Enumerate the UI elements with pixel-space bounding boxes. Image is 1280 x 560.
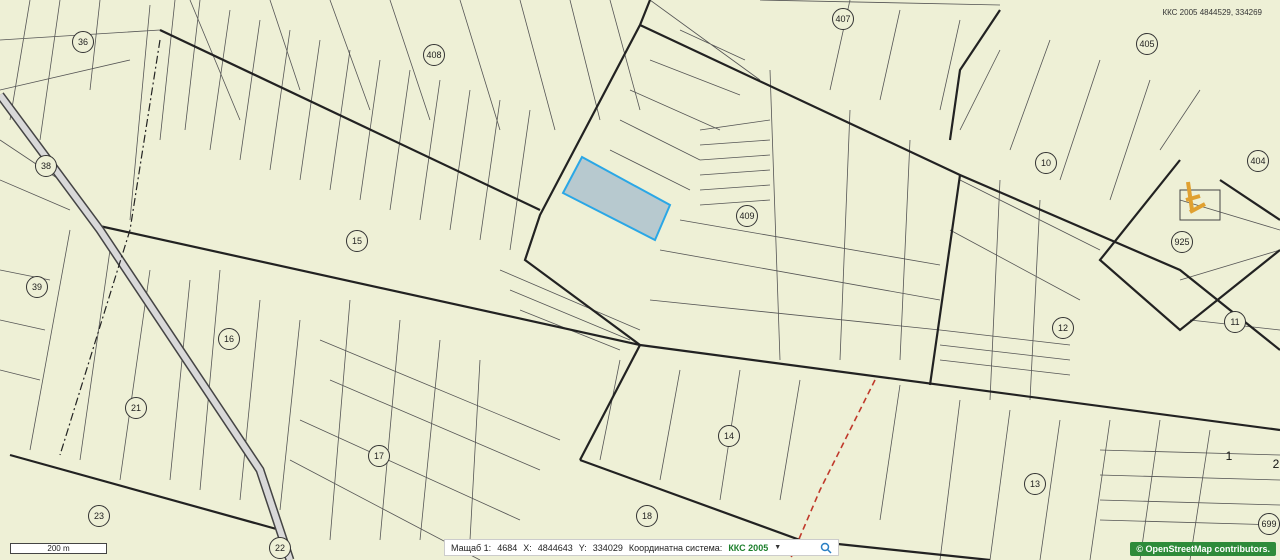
parcel-number: 2 bbox=[1272, 457, 1280, 471]
parcel-number: 11 bbox=[1224, 311, 1246, 333]
parcel-lines bbox=[0, 0, 1280, 560]
parcel-number: 12 bbox=[1052, 317, 1074, 339]
y-label: Y: bbox=[578, 542, 587, 553]
scale-value[interactable]: 4684 bbox=[497, 543, 517, 553]
crs-select[interactable]: ККС 2005 bbox=[728, 543, 768, 553]
parcel-number: 408 bbox=[423, 44, 445, 66]
parcel-number: 18 bbox=[636, 505, 658, 527]
crs-label: Координатна система: bbox=[628, 542, 723, 553]
parcel-number: 404 bbox=[1247, 150, 1269, 172]
parcel-number: 21 bbox=[125, 397, 147, 419]
chevron-down-icon[interactable]: ▼ bbox=[774, 544, 781, 551]
red-boundary bbox=[789, 379, 876, 560]
scale-label: Мащаб 1: bbox=[451, 542, 492, 553]
parcel-number: 22 bbox=[269, 537, 291, 559]
x-value: 4844643 bbox=[537, 542, 573, 553]
parcel-number: 699 bbox=[1258, 513, 1280, 535]
parcel-number: 14 bbox=[718, 425, 740, 447]
attribution-badge[interactable]: © OpenStreetMap contributors. bbox=[1130, 542, 1276, 556]
parcel-number: 38 bbox=[35, 155, 57, 177]
x-label: X: bbox=[523, 542, 532, 553]
parcel-number: 39 bbox=[26, 276, 48, 298]
y-value: 334029 bbox=[592, 542, 623, 553]
district-boundaries bbox=[9, 0, 1280, 560]
status-bar: Мащаб 1: 4684 X: 4844643 Y: 334029 Коорд… bbox=[444, 539, 839, 556]
coordinate-readout: ККС 2005 4844529, 334269 bbox=[1162, 8, 1262, 17]
parcel-number: 1 bbox=[1225, 449, 1233, 463]
parcel-number: 409 bbox=[736, 205, 758, 227]
parcel-number: 15 bbox=[346, 230, 368, 252]
selected-parcel[interactable] bbox=[561, 155, 672, 242]
parcel-number: 36 bbox=[72, 31, 94, 53]
parcel-number: 17 bbox=[368, 445, 390, 467]
parcel-number: 23 bbox=[88, 505, 110, 527]
parcel-number: 10 bbox=[1035, 152, 1057, 174]
parcel-number: 925 bbox=[1171, 231, 1193, 253]
parcel-number: 13 bbox=[1024, 473, 1046, 495]
parcel-number: 16 bbox=[218, 328, 240, 350]
parcel-number: 407 bbox=[832, 8, 854, 30]
search-icon[interactable] bbox=[820, 542, 832, 554]
scale-bar: 200 m bbox=[10, 543, 107, 554]
parcel-number: 405 bbox=[1136, 33, 1158, 55]
cadastral-map[interactable] bbox=[0, 0, 1280, 560]
building-icon bbox=[1179, 181, 1221, 221]
